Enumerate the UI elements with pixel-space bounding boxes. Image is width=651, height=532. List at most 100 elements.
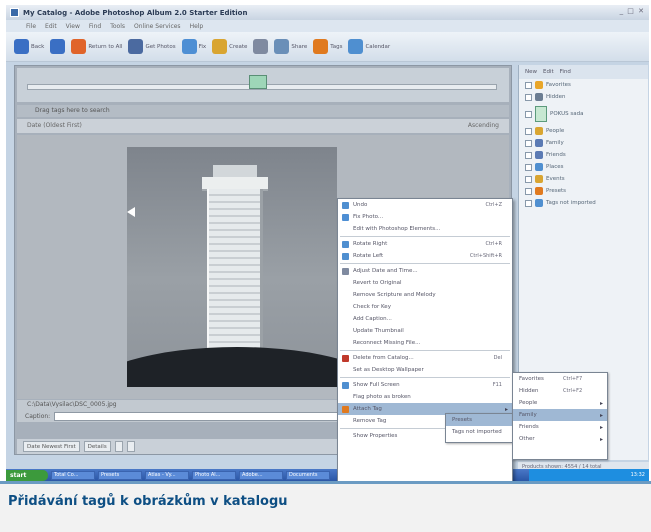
tag-item[interactable]: Events (519, 173, 648, 185)
app-icon (10, 8, 19, 17)
toolbar-button[interactable]: Return to All (71, 37, 122, 57)
submenu-item[interactable]: Friends ▸ (513, 421, 607, 433)
submenu-item[interactable]: Presets (446, 414, 512, 426)
submenu-item[interactable]: Hidden Ctrl+F2 (513, 385, 607, 397)
tag-item[interactable]: People (519, 125, 648, 137)
tag-item[interactable]: Family (519, 137, 648, 149)
context-menu-item[interactable]: Reconnect Missing File... (338, 337, 512, 349)
menu-item[interactable]: Help (190, 23, 204, 30)
toolbar-button[interactable] (50, 37, 66, 57)
taskbar-task[interactable]: Presets (98, 470, 142, 480)
context-menu-item-label: Undo (353, 202, 368, 208)
clock-icon (342, 267, 349, 275)
toolbar-button[interactable]: Get Photos (128, 37, 176, 57)
bottom-bar-button[interactable]: Date Newest First (23, 441, 80, 452)
toolbar-button[interactable]: Fix (181, 37, 206, 57)
share-icon (274, 39, 290, 54)
tag-item[interactable]: Tags not imported (519, 197, 648, 209)
tag-checkbox[interactable] (525, 127, 532, 135)
tag-item[interactable]: Places (519, 161, 648, 173)
context-menu-item[interactable]: Set as Desktop Wallpaper (338, 364, 512, 376)
tag-item[interactable]: POKUS sada (519, 103, 648, 125)
chevron-right-icon: ▸ (599, 424, 603, 431)
context-menu-item[interactable]: Revert to Original (338, 277, 512, 289)
tag-item[interactable]: Friends (519, 149, 648, 161)
submenu-item-label: Family (519, 412, 537, 418)
tag-checkbox[interactable] (525, 199, 532, 207)
start-button[interactable]: start (6, 469, 48, 481)
tag-checkbox[interactable] (525, 175, 532, 183)
tag-item[interactable]: Favorites (519, 79, 648, 91)
taskbar-task[interactable]: Documents (286, 470, 330, 480)
context-menu-item[interactable]: Delete from Catalog... Del (338, 352, 512, 364)
tag-item[interactable]: Hidden (519, 91, 648, 103)
toolbar-button[interactable] (253, 37, 269, 57)
context-menu-item[interactable]: Adjust Date and Time... (338, 265, 512, 277)
toolbar-button[interactable]: Share (274, 37, 307, 57)
context-menu-item-label: Rotate Left (353, 253, 384, 259)
title-bar: My Catalog - Adobe Photoshop Album 2.0 S… (6, 5, 649, 20)
submenu-item[interactable]: Favorites Ctrl+F7 (513, 373, 607, 385)
context-menu-item[interactable]: Add Caption... (338, 313, 512, 325)
toolbar-button[interactable]: Back (14, 37, 44, 57)
context-menu-item[interactable]: Update Thumbnail (338, 325, 512, 337)
bottom-bar-button[interactable]: Details (83, 441, 111, 452)
menu-item[interactable]: Online Services (134, 23, 181, 30)
sort-direction-label[interactable]: Ascending (468, 122, 499, 130)
rotate-right-icon (342, 240, 349, 248)
context-menu-item[interactable]: Rotate Right Ctrl+R (338, 238, 512, 250)
context-menu-item[interactable]: Flag photo as broken (338, 391, 512, 403)
tags-panel-action[interactable]: Find (560, 69, 571, 75)
taskbar-task[interactable]: Adobe... (239, 470, 283, 480)
submenu-item[interactable]: Tags not imported (446, 426, 512, 438)
find-bar[interactable]: Drag tags here to search (17, 105, 509, 117)
context-menu-item-label: Rotate Right (353, 241, 388, 247)
sort-order-label[interactable]: Date (Oldest First) (27, 122, 82, 130)
tag-checkbox[interactable] (525, 163, 532, 171)
submenu-item[interactable]: Other ▸ (513, 433, 607, 445)
context-menu-item[interactable]: Edit with Photoshop Elements... (338, 223, 512, 235)
photo-tower[interactable] (127, 147, 337, 387)
context-menu-item[interactable]: Rotate Left Ctrl+Shift+R (338, 250, 512, 262)
tag-checkbox[interactable] (525, 139, 532, 147)
shortcut-label: Ctrl+F7 (563, 376, 583, 382)
context-menu-item-label: Show Full Screen (353, 382, 400, 388)
menu-item[interactable]: File (26, 23, 36, 30)
menu-item-spacer (342, 292, 349, 299)
window-controls[interactable]: _ □ ✕ (620, 7, 645, 15)
context-menu-item-label: Remove Scripture and Melody (353, 292, 436, 298)
menu-item[interactable]: View (66, 23, 80, 30)
bottom-bar-button[interactable] (126, 441, 135, 452)
toolbar-button[interactable]: Tags (313, 37, 342, 57)
tag-checkbox[interactable] (525, 110, 532, 118)
toolbar-button[interactable]: Create (212, 37, 247, 57)
tags-panel-action[interactable]: Edit (543, 69, 554, 75)
submenu-item[interactable]: Family ▸ (513, 409, 607, 421)
context-menu-item[interactable]: Remove Scripture and Melody (338, 289, 512, 301)
tag-checkbox[interactable] (525, 93, 532, 101)
dome-shape (127, 347, 337, 387)
menu-item[interactable]: Edit (45, 23, 57, 30)
context-menu-item[interactable]: Show Full Screen F11 (338, 379, 512, 391)
context-menu-item[interactable]: Fix Photo... (338, 211, 512, 223)
tag-checkbox[interactable] (525, 151, 532, 159)
menu-item-spacer (342, 433, 349, 440)
bottom-bar-button-label: Details (87, 443, 107, 450)
tag-checkbox[interactable] (525, 81, 532, 89)
context-menu-item[interactable]: Undo Ctrl+Z (338, 199, 512, 211)
menu-item[interactable]: Find (89, 23, 101, 30)
timeline-slider[interactable] (249, 75, 267, 89)
taskbar-task[interactable]: Photo Al... (192, 470, 236, 480)
menu-item[interactable]: Tools (110, 23, 125, 30)
taskbar-task[interactable]: Total Co... (51, 470, 95, 480)
submenu-item[interactable]: People ▸ (513, 397, 607, 409)
tag-checkbox[interactable] (525, 187, 532, 195)
context-menu-item[interactable]: Check for Key (338, 301, 512, 313)
toolbar-button[interactable]: Calendar (348, 37, 390, 57)
bottom-bar-button[interactable] (114, 441, 123, 452)
tags-panel-action[interactable]: New (525, 69, 537, 75)
tag-item[interactable]: Presets (519, 185, 648, 197)
taskbar-task[interactable]: Atlas - Vy... (145, 470, 189, 480)
timeline[interactable] (17, 68, 509, 102)
menu-separator (340, 263, 510, 264)
